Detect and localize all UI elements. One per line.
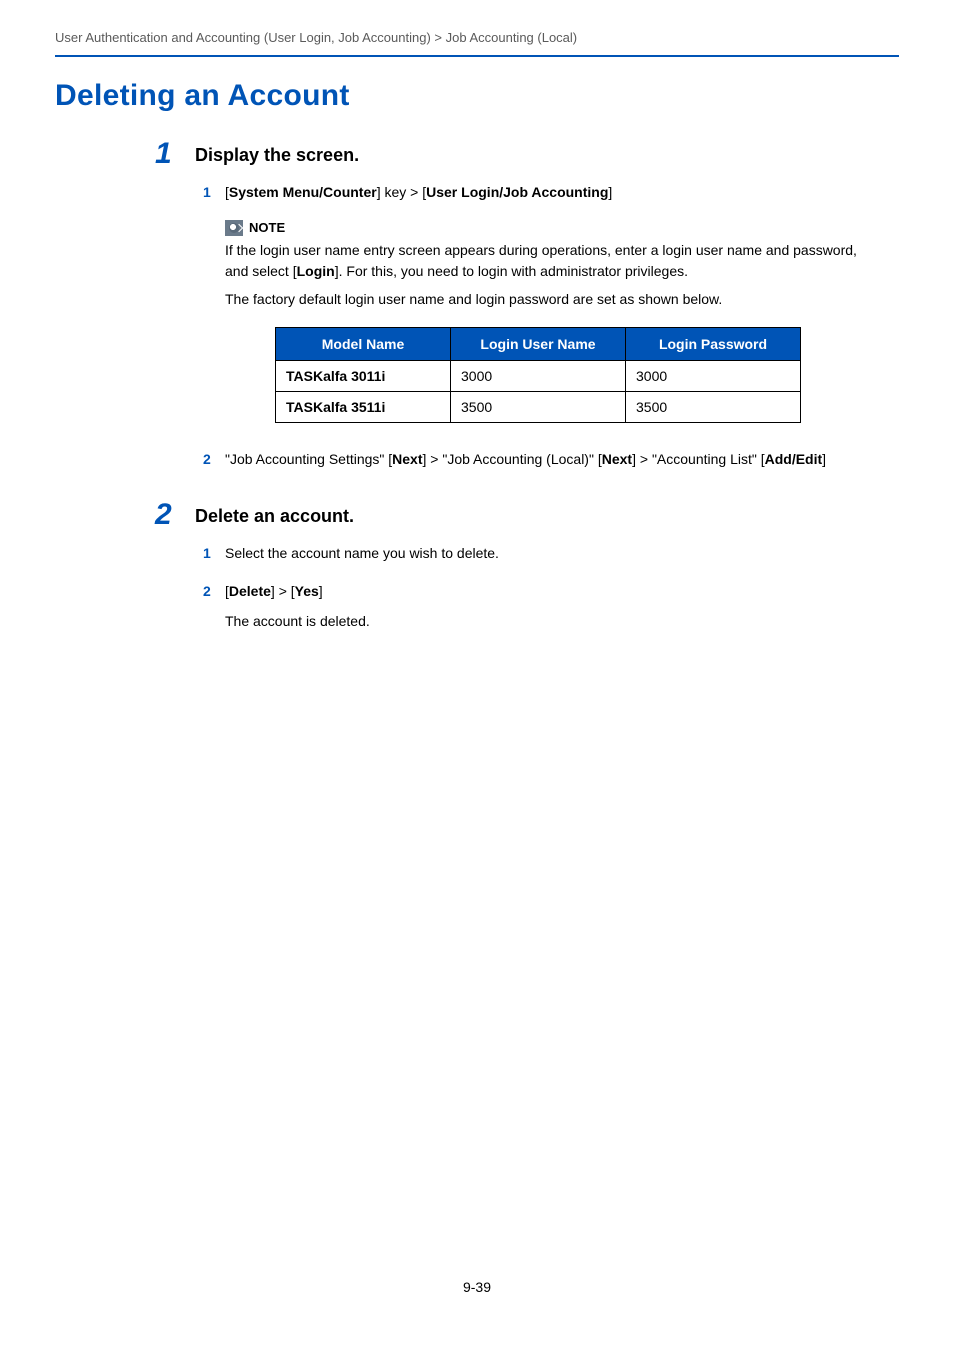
note-box: NOTE If the login user name entry screen… [225,220,879,423]
note-label: NOTE [249,220,285,235]
text-bold: Login [297,263,335,279]
text: ] > [ [271,583,295,599]
step2-sub1-num: 1 [203,543,211,565]
th-user: Login User Name [451,327,626,360]
table-row: TASKalfa 3511i 3500 3500 [276,391,801,422]
header-rule [55,55,899,57]
text-bold: Next [602,451,632,467]
cell-user: 3500 [451,391,626,422]
text-bold: Next [392,451,422,467]
step-1: 1 Display the screen. 1 [System Menu/Cou… [195,145,879,470]
text: Select the account name you wish to dele… [225,545,499,561]
step2-sub2: 2 [Delete] > [Yes] [225,581,879,603]
login-table: Model Name Login User Name Login Passwor… [275,327,801,423]
th-model: Model Name [276,327,451,360]
cell-model: TASKalfa 3511i [276,391,451,422]
step2-sub1: 1 Select the account name you wish to de… [225,543,879,565]
note-body-2: The factory default login user name and … [225,289,879,311]
step2-after: The account is deleted. [225,611,879,633]
content: 1 Display the screen. 1 [System Menu/Cou… [55,145,899,633]
text: ] key > [ [377,184,426,200]
step-2-heading: Delete an account. [195,506,879,527]
text-bold: User Login/Job Accounting [426,184,608,200]
step1-sub1: 1 [System Menu/Counter] key > [User Logi… [225,182,879,204]
step-1-heading: Display the screen. [195,145,879,166]
note-head: NOTE [225,220,879,236]
step-number-2: 2 [155,498,172,532]
note-body-1: If the login user name entry screen appe… [225,240,879,283]
page-number: 9-39 [0,1279,954,1295]
step-2: 2 Delete an account. 1 Select the accoun… [195,506,879,632]
cell-pass: 3000 [626,360,801,391]
text-bold: Yes [295,583,319,599]
step1-sub2-num: 2 [203,449,211,471]
text: ]. For this, you need to login with admi… [335,263,688,279]
step2-sub2-num: 2 [203,581,211,603]
text: ] [822,451,826,467]
text-bold: Delete [229,583,271,599]
table-row: TASKalfa 3011i 3000 3000 [276,360,801,391]
text: ] > "Job Accounting (Local)" [ [423,451,602,467]
text-bold: System Menu/Counter [229,184,377,200]
cell-user: 3000 [451,360,626,391]
table-header-row: Model Name Login User Name Login Passwor… [276,327,801,360]
page-title: Deleting an Account [55,79,899,113]
text: "Job Accounting Settings" [ [225,451,392,467]
text: ] [319,583,323,599]
step1-sub1-num: 1 [203,182,211,204]
note-icon [225,220,243,236]
breadcrumb: User Authentication and Accounting (User… [55,30,899,55]
step-number-1: 1 [155,137,172,171]
cell-model: TASKalfa 3011i [276,360,451,391]
cell-pass: 3500 [626,391,801,422]
step1-sub2: 2 "Job Accounting Settings" [Next] > "Jo… [225,449,879,471]
text-bold: Add/Edit [765,451,823,467]
text: ] [608,184,612,200]
text: ] > "Accounting List" [ [632,451,765,467]
th-pass: Login Password [626,327,801,360]
